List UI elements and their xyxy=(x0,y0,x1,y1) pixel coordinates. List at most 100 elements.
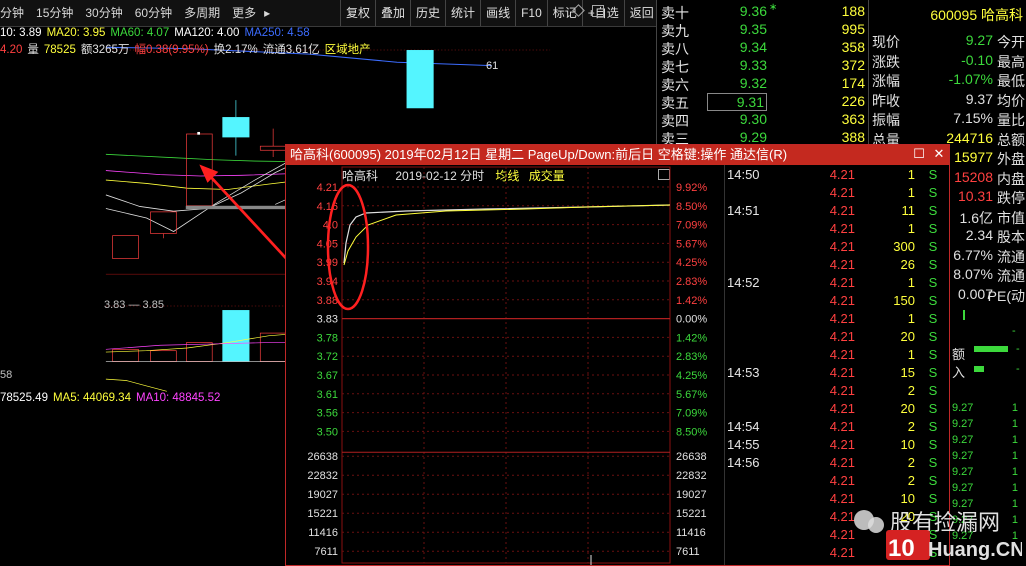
quote-right-label: 今开 xyxy=(997,34,1025,50)
ask-level-label: 卖七 xyxy=(661,59,689,75)
ask-volume: 363 xyxy=(841,111,865,127)
side-tick-price: 9.27 xyxy=(952,450,974,462)
toolbar-button[interactable]: 历史 xyxy=(410,0,445,26)
side-tick-row: 9.27 1 xyxy=(952,482,1026,498)
tick-price: 4.21 xyxy=(829,239,855,254)
toolbar-button[interactable]: 叠加 xyxy=(375,0,410,26)
candle xyxy=(406,50,434,109)
tick-volume: 10 xyxy=(900,437,915,452)
price-axis-label: 3.56 xyxy=(317,408,338,420)
ask-level-label: 卖十 xyxy=(661,5,689,21)
tick-side: S xyxy=(928,185,938,200)
indicator-value: 4.20 xyxy=(0,44,23,56)
indicator-value: 额3265万 xyxy=(80,44,130,56)
ask-row[interactable]: 卖五 9.31 226 xyxy=(657,93,869,111)
tick-time: 14:53 xyxy=(727,365,760,380)
percent-axis-label: 7.09% xyxy=(676,220,707,232)
side-tick-volume: 1 xyxy=(1011,402,1018,414)
ask-row[interactable]: 卖六 9.32 174 xyxy=(657,75,869,93)
toolbar-button[interactable]: 画线 xyxy=(480,0,515,26)
period-tab[interactable]: 30分钟 xyxy=(79,0,128,26)
percent-axis-label: 0.00% xyxy=(676,314,707,326)
percent-axis-label: 1.42% xyxy=(676,332,707,344)
toolbar-button[interactable]: 复权 xyxy=(340,0,375,26)
tick-price: 4.21 xyxy=(829,221,855,236)
quote-label: 昨收 xyxy=(872,92,900,109)
tick-row: 4.21 150 S xyxy=(725,293,951,311)
quote-right-label: 最高 xyxy=(997,53,1025,70)
candle xyxy=(150,211,177,234)
quote-row: 涨幅 -1.07% 最低 xyxy=(869,71,1026,90)
percent-axis-label: 9.92% xyxy=(676,182,707,194)
quote-right-label: 总额 xyxy=(997,131,1025,148)
tick-price: 4.21 xyxy=(829,347,855,362)
indicator-value: 区域地产 xyxy=(324,44,371,56)
ask-row[interactable]: 卖七 9.33 372 xyxy=(657,57,869,75)
tick-time: 14:50 xyxy=(727,167,760,182)
quote-row: 昨收 9.37 均价 xyxy=(869,91,1026,110)
toolbar-button[interactable]: F10 xyxy=(515,0,547,26)
tick-side: S xyxy=(928,311,938,326)
volume-axis-label: 15221 xyxy=(307,508,338,520)
side-tick-row: 9.27 1 xyxy=(952,418,1026,434)
percent-axis-label: 5.67% xyxy=(676,389,707,401)
tick-price: 4.21 xyxy=(829,203,855,218)
volume-axis-label: 22832 xyxy=(307,470,338,482)
tick-row: 14:56 4.21 2 S xyxy=(725,455,951,473)
side-tick-volume: 1 xyxy=(1011,418,1018,430)
period-toolbar: 分钟 15分钟 30分钟 60分钟 多周期 更多 ▸ 复权 叠加 历史 统计 画线 F10 标记 +自选返… xyxy=(0,0,656,27)
maximize-icon[interactable]: ☐ xyxy=(912,147,926,161)
price-axis-label: 3.72 xyxy=(317,351,338,363)
tick-row: 14:51 4.21 11 S xyxy=(725,203,951,221)
percent-axis-label: 5.67% xyxy=(676,238,707,250)
quote-right-label: 市值 xyxy=(997,209,1025,226)
ask-row[interactable]: 卖八 9.34 358 xyxy=(657,39,869,57)
close-icon[interactable]: ✕ xyxy=(932,147,946,161)
quote-value: 244716 xyxy=(946,129,993,146)
side-tick-volume: 1 xyxy=(1011,450,1018,462)
ask-row[interactable]: 卖十 9.36 ∗ 188 xyxy=(657,2,869,21)
toolbar-button[interactable]: 返回 xyxy=(623,0,659,26)
toolbar-button[interactable]: 统计 xyxy=(445,0,480,26)
period-tab[interactable]: 60分钟 xyxy=(129,0,178,26)
period-tab[interactable]: 更多 xyxy=(226,0,262,26)
order-book: 卖十 9.36 ∗ 188 卖九 9.35 995 卖八 9.34 358 卖七 9.33 372 卖六 9… xyxy=(656,0,869,147)
tick-side: S xyxy=(928,275,938,290)
quote-value: 10.31 xyxy=(957,188,993,204)
ask-volume: 226 xyxy=(841,93,865,109)
period-tab[interactable]: 15分钟 xyxy=(30,0,79,26)
tick-price: 4.21 xyxy=(829,257,855,272)
period-tab[interactable]: 分钟 xyxy=(0,0,30,26)
window-icon[interactable] xyxy=(592,5,604,17)
quote-label: 振幅 xyxy=(872,112,900,128)
tick-side: S xyxy=(928,383,938,398)
ask-row[interactable]: 卖九 9.35 995 xyxy=(657,21,869,39)
tick-row: 14:54 4.21 2 S xyxy=(725,419,951,437)
tick-side: S xyxy=(928,401,938,416)
stock-title: 600095 哈高科 xyxy=(930,7,1023,23)
percent-axis-label: 8.50% xyxy=(676,426,707,438)
period-tab[interactable]: 多周期 xyxy=(178,0,226,26)
ask-level-label: 卖五 xyxy=(661,95,689,111)
indicator-value: MA60: 4.07 xyxy=(110,27,170,39)
period-tabs: 分钟 15分钟 30分钟 60分钟 多周期 更多 ▸ xyxy=(0,0,272,26)
tick-row: 4.21 20 S xyxy=(725,329,951,347)
ask-row[interactable]: 卖四 9.30 363 xyxy=(657,111,869,129)
indicator-value: 幅0.38(9.95%) xyxy=(134,44,209,56)
ask-level-label: 卖四 xyxy=(661,113,689,129)
tick-price: 4.21 xyxy=(829,419,855,434)
svg-text:-: - xyxy=(1016,343,1020,355)
tick-side: S xyxy=(928,221,938,236)
side-tick-volume: 1 xyxy=(1011,482,1018,494)
tick-price: 4.21 xyxy=(829,455,855,470)
ask-price: 9.30 xyxy=(739,111,767,127)
ask-volume: 358 xyxy=(841,39,865,55)
tick-volume: 1 xyxy=(907,347,915,362)
tick-time: 14:55 xyxy=(727,437,760,452)
price-label: 61 xyxy=(486,60,499,72)
volume-indicator-line: 78525.49 MA5: 44069.34 MA10: 48845.52 xyxy=(0,392,225,404)
more-arrow-icon[interactable]: ▸ xyxy=(262,0,272,26)
tick-price: 4.21 xyxy=(829,275,855,290)
tick-side: S xyxy=(928,473,938,488)
ma-indicator-line: 10: 3.89 MA20: 3.95 MA60: 4.07 MA120: 4.00 M… xyxy=(0,27,315,39)
